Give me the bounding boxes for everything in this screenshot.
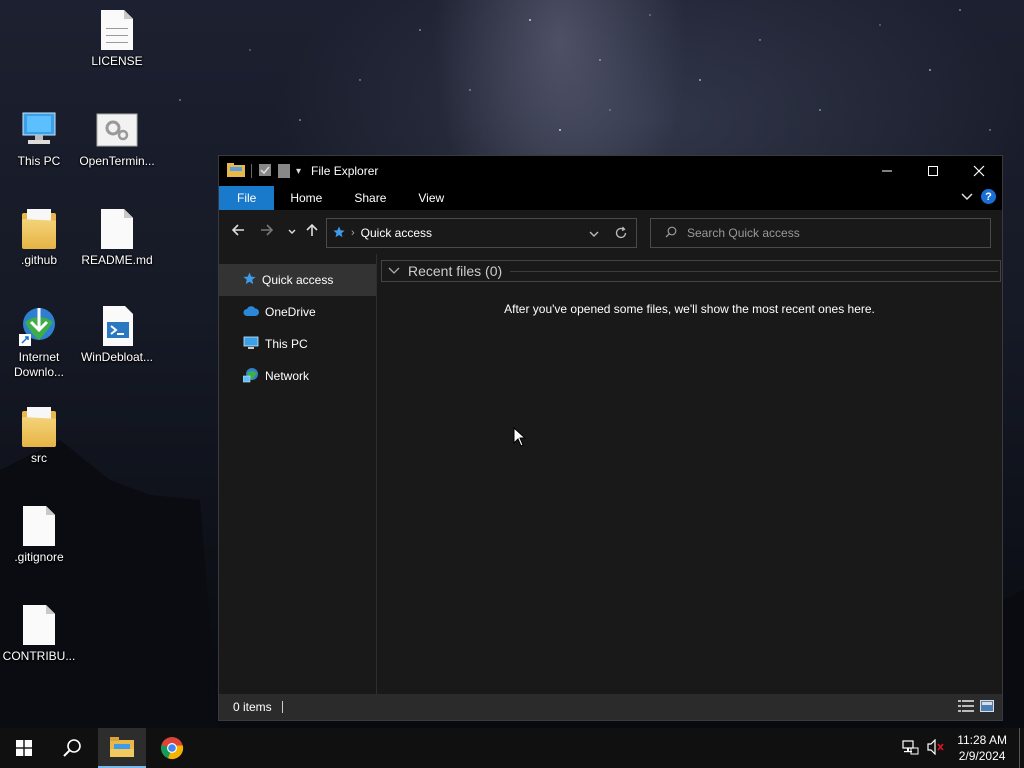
cloud-icon	[243, 305, 260, 320]
expand-ribbon-chevron-icon[interactable]	[961, 190, 973, 204]
breadcrumb-quick-access[interactable]: Quick access	[361, 226, 432, 240]
navigation-pane: Quick access OneDrive This PC Network	[219, 254, 377, 696]
navigation-bar: › Quick access Search Quick access	[219, 210, 1002, 254]
new-folder-icon[interactable]	[278, 164, 290, 178]
recent-locations-button[interactable]	[287, 225, 297, 241]
taskbar: 11:28 AM 2/9/2024	[0, 728, 1024, 768]
address-bar[interactable]: › Quick access	[326, 218, 637, 248]
large-icons-view-icon[interactable]	[980, 700, 994, 715]
search-input[interactable]: Search Quick access	[650, 218, 991, 248]
chevron-down-icon	[288, 229, 296, 234]
sidebar-item-network[interactable]: Network	[219, 360, 376, 392]
folder-icon	[227, 162, 245, 180]
forward-arrow-icon	[261, 224, 274, 236]
document-icon	[95, 8, 139, 52]
star-icon	[243, 272, 256, 288]
powershell-script-icon	[95, 304, 139, 348]
clock-time: 11:28 AM	[957, 733, 1007, 747]
desktop-icon-windebloater[interactable]: WinDebloat...	[78, 304, 156, 365]
minimize-icon	[882, 170, 892, 172]
network-icon[interactable]	[901, 739, 919, 758]
search-icon	[665, 226, 677, 241]
clock-date: 2/9/2024	[958, 749, 1006, 763]
start-button[interactable]	[0, 728, 48, 768]
desktop-icon-internet-download-manager[interactable]: Internet Downlo...	[0, 304, 78, 380]
desktop-icon-contributing[interactable]: CONTRIBU...	[0, 603, 78, 664]
desktop-icon-openterminal[interactable]: OpenTermin...	[78, 108, 156, 169]
mouse-cursor-icon	[513, 426, 527, 450]
group-header-label: Recent files (0)	[408, 263, 503, 279]
window-title: File Explorer	[311, 164, 379, 178]
sidebar-item-label: OneDrive	[265, 305, 316, 319]
up-button[interactable]	[305, 223, 319, 241]
ribbon-tabs: File Home Share View ?	[219, 186, 1002, 210]
file-explorer-folder-icon	[110, 737, 134, 757]
close-icon	[973, 165, 985, 177]
search-icon	[63, 739, 81, 757]
folder-icon	[17, 405, 61, 449]
tab-file[interactable]: File	[219, 186, 275, 210]
globe-download-icon	[17, 304, 61, 348]
details-view-icon[interactable]	[958, 700, 974, 715]
quick-access-toolbar: ▾	[219, 162, 301, 180]
computer-icon	[17, 108, 61, 152]
tab-view[interactable]: View	[402, 186, 460, 210]
forward-button[interactable]	[260, 223, 274, 241]
taskbar-clock[interactable]: 11:28 AM 2/9/2024	[951, 732, 1019, 764]
sidebar-item-label: Network	[265, 369, 310, 383]
desktop-icon-this-pc[interactable]: This PC	[0, 108, 78, 169]
chrome-icon	[161, 737, 184, 760]
desktop-icon-gitignore[interactable]: .gitignore	[0, 504, 78, 565]
network-icon	[242, 367, 259, 386]
empty-state-message: After you've opened some files, we'll sh…	[504, 302, 875, 316]
taskbar-chrome[interactable]	[148, 728, 196, 768]
sidebar-item-onedrive[interactable]: OneDrive	[219, 296, 376, 328]
properties-icon[interactable]	[258, 163, 272, 180]
recent-files-group-header[interactable]: Recent files (0)	[381, 260, 1001, 282]
customize-toolbar-chevron-icon[interactable]: ▾	[296, 166, 301, 177]
document-icon	[17, 603, 61, 647]
back-arrow-icon	[231, 224, 244, 236]
tab-share[interactable]: Share	[338, 186, 402, 210]
document-icon	[17, 504, 61, 548]
item-count: 0 items	[233, 700, 272, 714]
minimize-button[interactable]	[864, 156, 910, 186]
title-bar[interactable]: ▾ File Explorer	[219, 156, 1002, 186]
refresh-icon[interactable]	[614, 226, 628, 243]
close-button[interactable]	[956, 156, 1002, 186]
back-button[interactable]	[231, 223, 245, 241]
volume-muted-icon[interactable]	[927, 738, 945, 758]
sidebar-item-label: Quick access	[262, 273, 334, 287]
settings-file-icon	[95, 108, 139, 152]
taskbar-file-explorer[interactable]	[98, 728, 146, 768]
maximize-button[interactable]	[910, 156, 956, 186]
sidebar-item-label: This PC	[265, 337, 308, 351]
chevron-down-icon	[388, 263, 400, 279]
search-placeholder: Search Quick access	[687, 226, 800, 240]
desktop-icon-github-folder[interactable]: .github	[0, 207, 78, 268]
maximize-icon	[928, 166, 938, 176]
status-bar: 0 items	[219, 694, 1002, 720]
desktop-icon-license[interactable]: LICENSE	[78, 8, 156, 69]
show-desktop-button[interactable]	[1019, 728, 1024, 768]
file-list-pane[interactable]: Recent files (0) After you've opened som…	[377, 254, 1002, 696]
windows-logo-icon	[16, 740, 32, 756]
search-button[interactable]	[48, 728, 96, 768]
breadcrumb-separator-icon: ›	[351, 227, 355, 239]
sidebar-item-quick-access[interactable]: Quick access	[219, 264, 376, 296]
explorer-body: Quick access OneDrive This PC Network Re…	[219, 254, 1002, 696]
quick-access-star-icon	[333, 226, 345, 241]
help-icon[interactable]: ?	[981, 189, 996, 204]
file-explorer-window: ▾ File Explorer File Home Share View ? ›…	[218, 155, 1003, 721]
desktop-icon-readme[interactable]: README.md	[78, 207, 156, 268]
sidebar-item-this-pc[interactable]: This PC	[219, 328, 376, 360]
document-icon	[95, 207, 139, 251]
computer-icon	[243, 336, 259, 353]
up-arrow-icon	[306, 223, 318, 236]
tab-home[interactable]: Home	[274, 186, 338, 210]
desktop-icon-src-folder[interactable]: src	[0, 405, 78, 466]
folder-icon	[17, 207, 61, 251]
address-dropdown-chevron-icon[interactable]	[588, 228, 600, 242]
system-tray: 11:28 AM 2/9/2024	[901, 728, 1024, 768]
